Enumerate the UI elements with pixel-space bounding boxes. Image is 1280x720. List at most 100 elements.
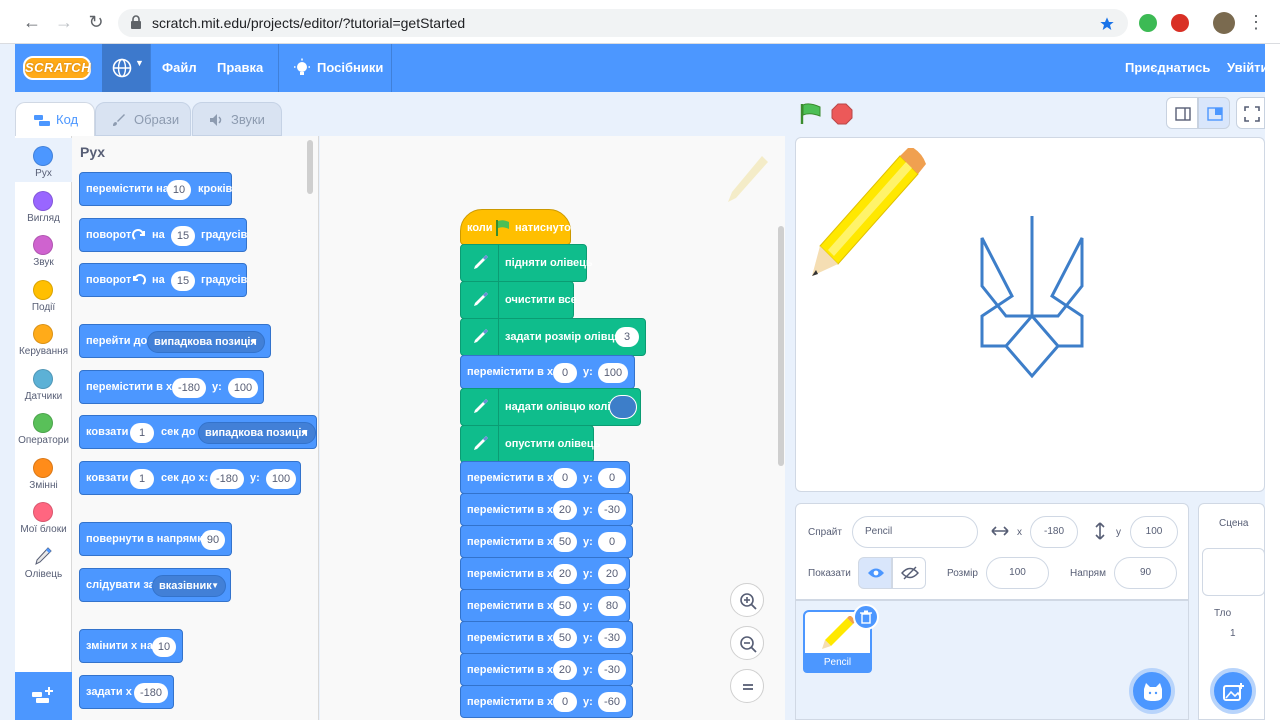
block-turn-right[interactable]: поворот на 15 градусів: [79, 218, 247, 252]
stop-icon[interactable]: [831, 103, 853, 125]
back-icon[interactable]: ←: [22, 12, 42, 32]
block-when-flag-clicked[interactable]: коли натиснуто: [460, 209, 571, 245]
workspace-scrollbar[interactable]: [778, 226, 784, 466]
block-input[interactable]: -30: [598, 628, 626, 648]
block-go-to-xy[interactable]: перемістити в x: 20 y: -30: [460, 493, 633, 526]
small-stage-button[interactable]: [1166, 97, 1198, 129]
zoom-reset-button[interactable]: [730, 669, 764, 703]
block-go-to-xy[interactable]: перемістити в x: -180 y: 100: [79, 370, 264, 404]
zoom-in-button[interactable]: [730, 583, 764, 617]
block-input[interactable]: 0: [553, 692, 577, 712]
block-glide-to[interactable]: ковзати 1 сек до випадкова позиція ▼: [79, 415, 317, 449]
sign-in-link[interactable]: Увійти: [1227, 60, 1269, 75]
lightbulb-icon[interactable]: [292, 58, 312, 78]
block-input[interactable]: 10: [152, 637, 176, 657]
tab-code[interactable]: Код: [15, 102, 95, 136]
fullscreen-button[interactable]: [1236, 97, 1265, 129]
block-input[interactable]: 10: [167, 180, 191, 200]
menu-tutorials[interactable]: Посібники: [317, 60, 383, 75]
category-item[interactable]: Змінні: [15, 452, 72, 496]
block-input[interactable]: 80: [598, 596, 626, 616]
block-input[interactable]: 1: [130, 423, 154, 443]
hide-sprite-button[interactable]: [892, 557, 926, 589]
category-item[interactable]: Події: [15, 274, 72, 318]
category-item[interactable]: Оператори: [15, 407, 72, 451]
block-go-to-xy[interactable]: перемістити в x: 50 y: 80: [460, 589, 630, 622]
block-dropdown[interactable]: випадкова позиція ▼: [198, 422, 316, 444]
stage-thumbnail[interactable]: [1202, 548, 1265, 596]
category-item[interactable]: Керування: [15, 318, 72, 362]
block-set-pen-color[interactable]: надати олівцю колір: [460, 388, 641, 426]
sprite-name-input[interactable]: Pencil: [852, 516, 978, 548]
block-input[interactable]: 20: [553, 660, 577, 680]
block-input[interactable]: 15: [171, 226, 195, 246]
block-input[interactable]: -180: [210, 469, 244, 489]
block-dropdown[interactable]: вказівник ▼: [152, 575, 226, 597]
block-input[interactable]: -180: [172, 378, 206, 398]
join-link[interactable]: Приєднатись: [1125, 60, 1210, 75]
palette-scrollbar[interactable]: [307, 140, 313, 194]
block-go-to-xy[interactable]: перемістити в x: 50 y: -30: [460, 621, 633, 654]
block-pen-clear[interactable]: очистити все: [460, 281, 577, 319]
block-glide-to-xy[interactable]: ковзати 1 сек до x: -180 y: 100: [79, 461, 301, 495]
tab-sounds[interactable]: Звуки: [192, 102, 282, 136]
block-input[interactable]: -30: [598, 660, 626, 680]
delete-sprite-button[interactable]: [853, 604, 879, 630]
category-item[interactable]: Рух: [15, 140, 72, 184]
sprite-x-input[interactable]: -180: [1030, 516, 1078, 548]
block-input[interactable]: -180: [134, 683, 168, 703]
block-go-to[interactable]: перейти до випадкова позиція ▼: [79, 324, 271, 358]
block-input[interactable]: 50: [553, 596, 577, 616]
menu-edit[interactable]: Правка: [217, 60, 263, 75]
block-point-in-direction[interactable]: повернути в напрямку 90: [79, 522, 232, 556]
normal-stage-button[interactable]: [1198, 97, 1230, 129]
category-item[interactable]: Мої блоки: [15, 496, 72, 540]
block-change-x[interactable]: змінити x на 10: [79, 629, 183, 663]
browser-menu-icon[interactable]: ⋮: [1246, 12, 1266, 32]
block-move-steps[interactable]: перемістити на 10 кроків: [79, 172, 232, 206]
extension-check-icon[interactable]: [1139, 14, 1157, 32]
category-item[interactable]: Звук: [15, 229, 72, 273]
block-input[interactable]: 15: [171, 271, 195, 291]
block-input[interactable]: -30: [598, 500, 626, 520]
block-input[interactable]: 0: [598, 468, 626, 488]
category-item[interactable]: Олівець: [15, 541, 72, 585]
block-input[interactable]: -60: [598, 692, 626, 712]
block-input[interactable]: 20: [553, 500, 577, 520]
block-set-x[interactable]: задати x -180: [79, 675, 174, 709]
block-dropdown[interactable]: випадкова позиція ▼: [147, 331, 265, 353]
scratch-logo[interactable]: SCRATCH: [23, 56, 91, 80]
sprite-direction-input[interactable]: 90: [1114, 557, 1177, 589]
block-input[interactable]: 3: [615, 327, 639, 347]
block-input[interactable]: 0: [598, 532, 626, 552]
block-input[interactable]: 90: [201, 530, 225, 550]
stage-canvas[interactable]: [795, 137, 1265, 492]
sprite-y-input[interactable]: 100: [1130, 516, 1178, 548]
block-input[interactable]: 0: [553, 363, 577, 383]
block-turn-left[interactable]: поворот на 15 градусів: [79, 263, 247, 297]
show-sprite-button[interactable]: [858, 557, 892, 589]
block-input[interactable]: 1: [130, 469, 154, 489]
block-go-to-xy[interactable]: перемістити в x: 20 y: -30: [460, 653, 633, 686]
sprite-size-input[interactable]: 100: [986, 557, 1049, 589]
profile-avatar[interactable]: [1213, 12, 1235, 34]
block-set-pen-size[interactable]: задати розмір олівця 3: [460, 318, 646, 356]
reload-icon[interactable]: ↻: [86, 12, 106, 32]
block-input[interactable]: 50: [553, 628, 577, 648]
add-extension-button[interactable]: [15, 672, 72, 720]
add-backdrop-button[interactable]: [1210, 668, 1256, 714]
block-input[interactable]: 0: [553, 468, 577, 488]
block-pen-down[interactable]: опустити олівець: [460, 425, 600, 463]
block-point-towards[interactable]: слідувати за вказівник ▼: [79, 568, 231, 602]
bookmark-star-icon[interactable]: [1099, 16, 1115, 32]
address-bar[interactable]: scratch.mit.edu/projects/editor/?tutoria…: [118, 9, 1128, 37]
block-input[interactable]: 100: [228, 378, 258, 398]
block-go-to-xy[interactable]: перемістити в x: 0 y: 0: [460, 461, 630, 494]
block-go-to-xy[interactable]: перемістити в x: 50 y: 0: [460, 525, 633, 558]
menu-file[interactable]: Файл: [162, 60, 197, 75]
category-item[interactable]: Датчики: [15, 363, 72, 407]
pen-color-swatch[interactable]: [609, 395, 637, 419]
block-input[interactable]: 50: [553, 532, 577, 552]
forward-icon[interactable]: →: [54, 12, 74, 32]
zoom-out-button[interactable]: [730, 626, 764, 660]
